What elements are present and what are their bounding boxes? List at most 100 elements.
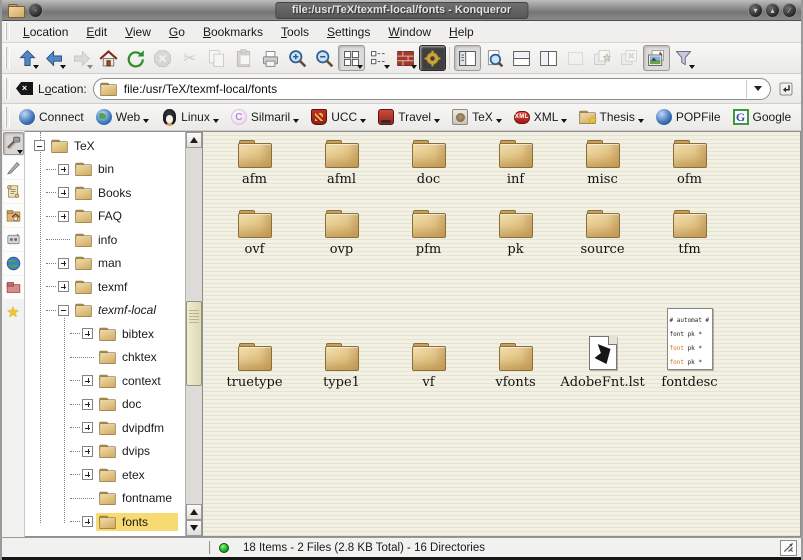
bookmark-xml[interactable]: XMLXML xyxy=(509,107,573,127)
sidebar-configure-button[interactable] xyxy=(3,132,24,155)
expand-expander-icon[interactable] xyxy=(82,446,93,457)
expand-expander-icon[interactable] xyxy=(82,375,93,386)
expand-expander-icon[interactable] xyxy=(58,164,69,175)
scrollbar-thumb[interactable] xyxy=(186,301,202,386)
bookmark-travel[interactable]: Travel xyxy=(373,107,445,127)
close-button[interactable]: ∕ xyxy=(782,3,797,18)
print-button[interactable] xyxy=(257,45,284,71)
file-item-misc[interactable]: misc xyxy=(559,140,646,187)
location-input[interactable] xyxy=(124,82,746,96)
tree-item-etex[interactable]: etex xyxy=(25,463,185,487)
thumbnails-button[interactable] xyxy=(643,45,670,71)
scrollbar-track[interactable] xyxy=(186,148,202,504)
minimize-button[interactable]: ▾ xyxy=(748,3,763,18)
menu-location[interactable]: Location xyxy=(14,23,77,41)
file-item-afm[interactable]: afm xyxy=(211,140,298,187)
toolbar-grip[interactable] xyxy=(5,23,10,40)
file-item-tfm[interactable]: tfm xyxy=(646,210,733,257)
title-bar[interactable]: · file:/usr/TeX/texmf-local/fonts - Konq… xyxy=(2,0,801,21)
toolbar-grip[interactable] xyxy=(5,107,10,126)
bookmark-connect[interactable]: Connect xyxy=(14,107,89,127)
collapse-expander-icon[interactable] xyxy=(58,305,69,316)
file-item-ofm[interactable]: ofm xyxy=(646,140,733,187)
zoom-out-button[interactable] xyxy=(311,45,338,71)
tree-item-fontname[interactable]: fontname xyxy=(25,487,185,511)
bookmark-thesis[interactable]: ★Thesis xyxy=(574,107,648,127)
bookmark-popfile[interactable]: POPFile xyxy=(651,107,726,127)
tree-item-man[interactable]: man xyxy=(25,252,185,276)
tree-item-texmf-local[interactable]: texmf-local xyxy=(25,299,185,323)
location-dropdown-button[interactable] xyxy=(746,80,768,98)
expand-expander-icon[interactable] xyxy=(82,328,93,339)
bookmark-ucc[interactable]: UCC xyxy=(306,107,371,127)
tree-item-FAQ[interactable]: FAQ xyxy=(25,205,185,229)
menu-go[interactable]: Go xyxy=(160,23,194,41)
sidebar-tab-home-folder[interactable] xyxy=(3,204,24,227)
tree-item-dvips[interactable]: dvips xyxy=(25,440,185,464)
bookmark-tex[interactable]: TeX xyxy=(447,107,507,127)
menu-tools[interactable]: Tools xyxy=(272,23,318,41)
tree-item-dvipdfm[interactable]: dvipdfm xyxy=(25,416,185,440)
show-sidebar-button[interactable] xyxy=(454,45,481,71)
home-button[interactable] xyxy=(95,45,122,71)
menu-edit[interactable]: Edit xyxy=(77,23,116,41)
expand-expander-icon[interactable] xyxy=(58,258,69,269)
icon-view-button[interactable] xyxy=(338,45,365,71)
menu-view[interactable]: View xyxy=(116,23,160,41)
file-icon-view[interactable]: afm afml doc inf misc ofm ovf ovp pfm pk… xyxy=(203,131,801,537)
file-item-doc[interactable]: doc xyxy=(385,140,472,187)
gear-button[interactable] xyxy=(419,45,446,71)
menu-help[interactable]: Help xyxy=(440,23,483,41)
file-item-fontdesc[interactable]: # automat # font pk * font pk * font pk … xyxy=(646,308,733,390)
expand-expander-icon[interactable] xyxy=(82,516,93,527)
filter-button[interactable] xyxy=(670,45,697,71)
clear-location-icon[interactable]: × xyxy=(16,82,33,95)
resize-grip[interactable] xyxy=(780,540,797,556)
zoom-in-button[interactable] xyxy=(284,45,311,71)
menu-window[interactable]: Window xyxy=(379,23,440,41)
file-item-vf[interactable]: vf xyxy=(385,343,472,390)
maximize-button[interactable]: ▴ xyxy=(765,3,780,18)
toolbar-grip[interactable] xyxy=(5,78,10,100)
scroll-up-button[interactable] xyxy=(186,132,202,148)
file-item-vfonts[interactable]: vfonts xyxy=(472,343,559,390)
menu-bookmarks[interactable]: Bookmarks xyxy=(194,23,272,41)
file-item-pk[interactable]: pk xyxy=(472,210,559,257)
file-item-truetype[interactable]: truetype xyxy=(211,343,298,390)
expand-expander-icon[interactable] xyxy=(58,187,69,198)
file-item-type1[interactable]: type1 xyxy=(298,343,385,390)
reload-button[interactable] xyxy=(122,45,149,71)
expand-expander-icon[interactable] xyxy=(82,469,93,480)
sidebar-tab-services[interactable] xyxy=(3,228,24,251)
tree-item-TeX[interactable]: TeX xyxy=(25,134,185,158)
split-view-top-bottom-button[interactable] xyxy=(508,45,535,71)
sidebar-tab-bookmarks-star[interactable]: ★ xyxy=(3,300,24,323)
file-item-ovf[interactable]: ovf xyxy=(211,210,298,257)
file-item-pfm[interactable]: pfm xyxy=(385,210,472,257)
bookmark-web[interactable]: Web xyxy=(91,107,154,127)
sticky-button[interactable]: · xyxy=(28,3,43,18)
file-item-source[interactable]: source xyxy=(559,210,646,257)
tree-item-chktex[interactable]: chktex xyxy=(25,346,185,370)
bookmark-wikipedia[interactable]: WWikipedia xyxy=(798,107,803,127)
tree-item-bibtex[interactable]: bibtex xyxy=(25,322,185,346)
back-button[interactable] xyxy=(41,45,68,71)
file-item-inf[interactable]: inf xyxy=(472,140,559,187)
scroll-down-button[interactable] xyxy=(186,520,202,536)
tree-item-bin[interactable]: bin xyxy=(25,158,185,182)
location-combo[interactable] xyxy=(93,78,771,100)
menu-settings[interactable]: Settings xyxy=(318,23,379,41)
collapse-expander-icon[interactable] xyxy=(34,140,45,151)
expand-expander-icon[interactable] xyxy=(82,422,93,433)
up-button[interactable] xyxy=(14,45,41,71)
expand-expander-icon[interactable] xyxy=(82,399,93,410)
split-view-left-right-button[interactable] xyxy=(535,45,562,71)
toolbar-grip[interactable] xyxy=(5,47,10,69)
tree-item-doc[interactable]: doc xyxy=(25,393,185,417)
bookmark-linux[interactable]: Linux xyxy=(156,107,224,127)
expand-expander-icon[interactable] xyxy=(58,281,69,292)
scroll-up-button-2[interactable] xyxy=(186,504,202,520)
file-item-ovp[interactable]: ovp xyxy=(298,210,385,257)
sidebar-tab-root-folder[interactable] xyxy=(3,276,24,299)
bookmark-silmaril[interactable]: CSilmaril xyxy=(226,107,304,127)
